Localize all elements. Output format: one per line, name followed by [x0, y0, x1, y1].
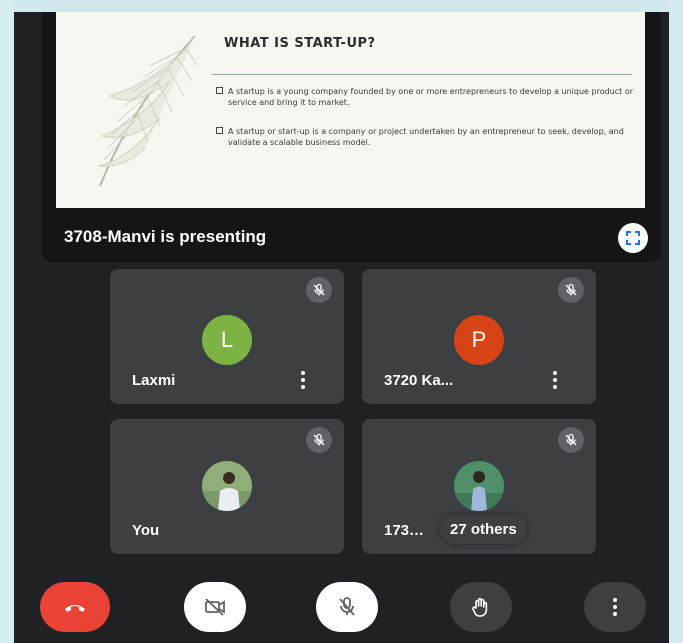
participant-tile-self[interactable]: You [110, 419, 344, 554]
mic-off-indicator [306, 427, 332, 453]
background-right [669, 0, 683, 643]
participant-options-button[interactable] [550, 369, 560, 391]
presenter-label: 3708-Manvi is presenting [64, 227, 267, 246]
slide-divider [212, 74, 632, 75]
avatar-photo [202, 461, 252, 511]
slide-bullet: A startup is a young company founded by … [216, 86, 636, 108]
participant-name: 173… [384, 522, 425, 539]
hand-icon [472, 597, 488, 617]
mic-toggle-button[interactable] [316, 582, 378, 632]
presentation-stage[interactable]: WHAT IS START-UP? A startup is a young c… [42, 12, 661, 262]
end-call-button[interactable] [40, 582, 110, 632]
video-off-icon [205, 598, 225, 616]
participant-name: Laxmi [132, 372, 176, 389]
slide-bullet: A startup or start-up is a company or pr… [216, 126, 636, 148]
avatar: L [202, 315, 252, 365]
mic-off-icon [565, 283, 577, 296]
participant-options-button[interactable] [298, 369, 308, 391]
participant-tile[interactable]: L Laxmi [110, 269, 344, 404]
mic-off-icon [565, 433, 577, 446]
slide-bullet-text: A startup or start-up is a company or pr… [228, 127, 624, 147]
participant-tile-overflow[interactable]: 173… 27 others [362, 419, 596, 554]
participant-name: 3720 Ka... [384, 372, 454, 389]
others-count-chip[interactable]: 27 others [440, 515, 527, 544]
background-left [0, 0, 14, 643]
mic-off-icon [339, 597, 355, 616]
slide-title: WHAT IS START-UP? [224, 36, 376, 51]
mic-off-indicator [558, 277, 584, 303]
participant-name: You [132, 522, 160, 539]
avatar-photo [454, 461, 504, 511]
slide-bullet-text: A startup is a young company founded by … [228, 87, 633, 107]
mic-off-icon [313, 433, 325, 446]
more-vert-icon [613, 598, 617, 616]
fullscreen-icon [626, 231, 640, 245]
meet-call-screen: WHAT IS START-UP? A startup is a young c… [14, 12, 669, 643]
mic-off-indicator [558, 427, 584, 453]
raise-hand-button[interactable] [450, 582, 512, 632]
fullscreen-button[interactable] [618, 223, 648, 253]
checkbox-bullet-icon [216, 127, 223, 134]
feather-illustration [97, 35, 199, 187]
shared-slide: WHAT IS START-UP? A startup is a young c… [56, 12, 645, 208]
mic-off-icon [313, 283, 325, 296]
camera-toggle-button[interactable] [184, 582, 246, 632]
phone-hangup-icon [65, 605, 85, 612]
avatar: P [454, 315, 504, 365]
more-options-button[interactable] [584, 582, 646, 632]
checkbox-bullet-icon [216, 87, 223, 94]
mic-off-indicator [306, 277, 332, 303]
participant-tile[interactable]: P 3720 Ka... [362, 269, 596, 404]
